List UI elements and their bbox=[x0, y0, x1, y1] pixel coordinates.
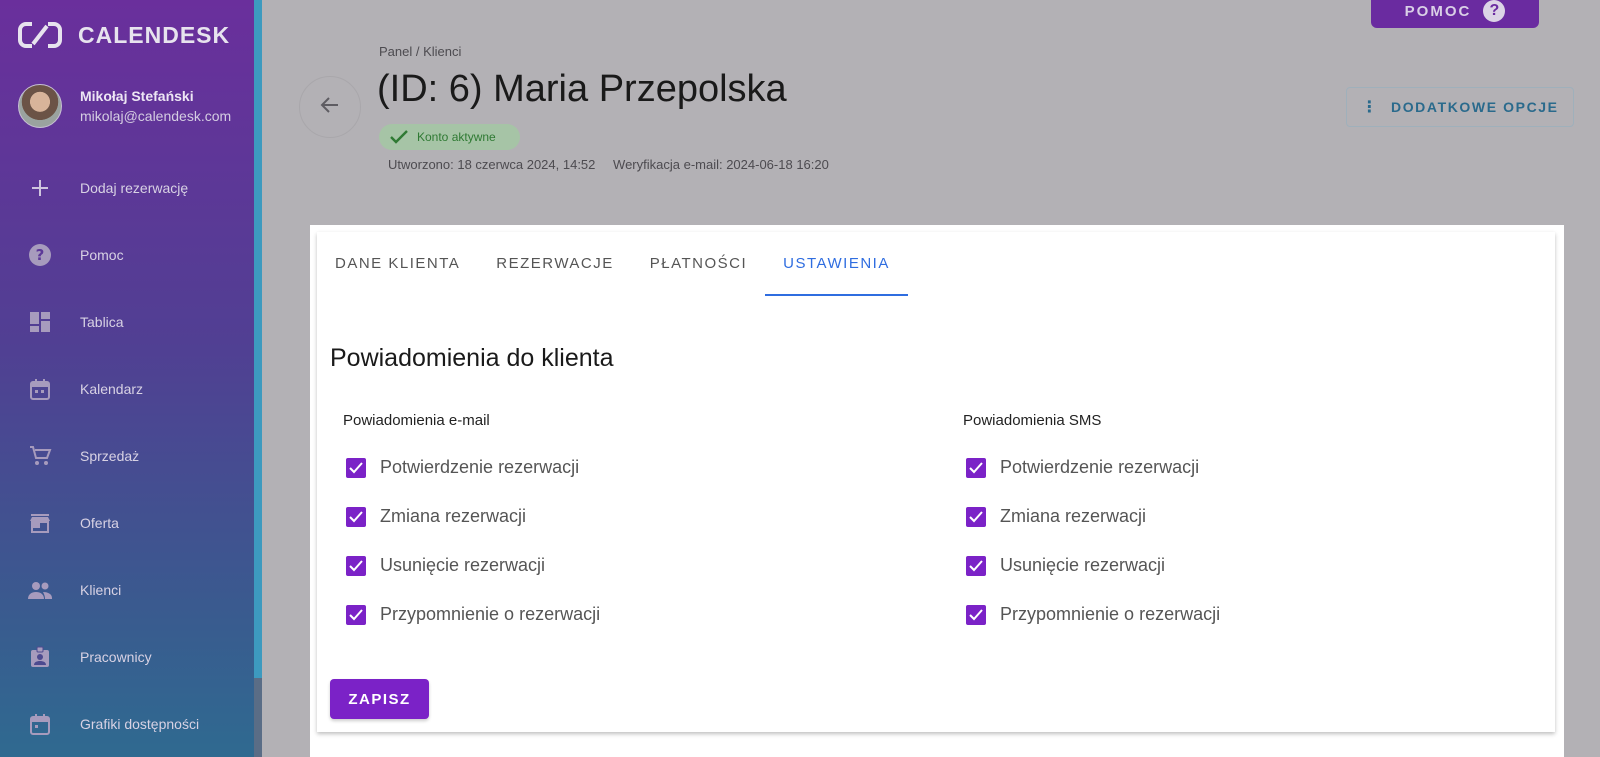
cart-icon bbox=[28, 444, 52, 468]
arrow-left-icon bbox=[319, 94, 341, 121]
back-button[interactable] bbox=[299, 76, 361, 138]
more-vertical-icon: ⋮ bbox=[1361, 99, 1379, 116]
status-badge: Konto aktywne bbox=[379, 124, 520, 150]
user-email: mikolaj@calendesk.com bbox=[80, 108, 232, 124]
checkbox-checked-icon bbox=[966, 555, 986, 576]
tab-reservations[interactable]: REZERWACJE bbox=[478, 232, 632, 294]
plus-icon bbox=[28, 176, 52, 200]
sms-notifications-title: Powiadomienia SMS bbox=[963, 412, 1102, 429]
svg-text:?: ? bbox=[36, 246, 45, 264]
sidebar-item-offer[interactable]: Oferta bbox=[0, 489, 254, 556]
checkbox-label: Przypomnienie o rezerwacji bbox=[380, 604, 601, 624]
sidebar-item-label: Klienci bbox=[80, 581, 122, 598]
more-options-button[interactable]: ⋮ DODATKOWE OPCJE bbox=[1346, 87, 1574, 127]
status-text: Konto aktywne bbox=[417, 130, 496, 144]
badge-icon bbox=[28, 645, 52, 669]
tab-client-data[interactable]: DANE KLIENTA bbox=[317, 232, 478, 294]
store-icon bbox=[28, 511, 52, 535]
calendar-icon bbox=[28, 377, 52, 401]
sidebar-item-label: Pracownicy bbox=[80, 648, 152, 665]
sms-change-checkbox[interactable]: Zmiana rezerwacji bbox=[963, 492, 1220, 541]
sidebar-item-label: Oferta bbox=[80, 514, 119, 531]
email-confirmation-checkbox[interactable]: Potwierdzenie rezerwacji bbox=[343, 443, 600, 492]
sms-deletion-checkbox[interactable]: Usunięcie rezerwacji bbox=[963, 541, 1220, 590]
checkbox-checked-icon bbox=[346, 555, 366, 576]
user-profile[interactable]: Mikołaj Stefański mikolaj@calendesk.com bbox=[18, 84, 231, 128]
sidebar-item-employees[interactable]: Pracownicy bbox=[0, 623, 254, 690]
checkbox-checked-icon bbox=[966, 457, 986, 478]
avatar bbox=[18, 84, 62, 128]
checkbox-label: Przypomnienie o rezerwacji bbox=[1000, 604, 1221, 624]
sidebar-item-clients[interactable]: Klienci bbox=[0, 556, 254, 623]
email-reminder-checkbox[interactable]: Przypomnienie o rezerwacji bbox=[343, 590, 600, 639]
checkbox-checked-icon bbox=[346, 457, 366, 478]
help-circle-icon: ? bbox=[28, 243, 52, 267]
dashboard-icon bbox=[28, 310, 52, 334]
sidebar-item-label: Sprzedaż bbox=[80, 447, 140, 464]
sidebar-item-availability[interactable]: Grafiki dostępności bbox=[0, 690, 254, 757]
sidebar-item-label: Tablica bbox=[80, 313, 124, 330]
checkbox-label: Zmiana rezerwacji bbox=[380, 506, 527, 526]
more-options-label: DODATKOWE OPCJE bbox=[1390, 99, 1559, 115]
help-button[interactable]: POMOC ? bbox=[1371, 0, 1539, 28]
section-title: Powiadomienia do klienta bbox=[330, 344, 614, 372]
question-icon: ? bbox=[1483, 0, 1506, 22]
calendesk-logo-icon bbox=[18, 20, 62, 50]
email-verification-date: Weryfikacja e-mail: 2024-06-18 16:20 bbox=[613, 157, 829, 172]
sms-notifications-group: Powiadomienia SMS Potwierdzenie rezerwac… bbox=[963, 412, 1220, 639]
check-icon bbox=[390, 130, 408, 144]
checkbox-label: Usunięcie rezerwacji bbox=[380, 555, 546, 575]
calendar-clock-icon bbox=[28, 712, 52, 736]
created-date: Utworzono: 18 czerwca 2024, 14:52 bbox=[388, 157, 596, 172]
app-logo[interactable]: CALENDESK bbox=[18, 20, 230, 50]
help-button-label: POMOC bbox=[1404, 2, 1472, 20]
client-settings-card: DANE KLIENTA REZERWACJE PŁATNOŚCI USTAWI… bbox=[317, 232, 1555, 732]
sidebar-scrollbar-thumb[interactable] bbox=[254, 0, 262, 678]
sidebar-item-help[interactable]: ? Pomoc bbox=[0, 221, 254, 288]
checkbox-label: Usunięcie rezerwacji bbox=[1000, 555, 1166, 575]
breadcrumb: Panel / Klienci bbox=[379, 44, 462, 59]
email-notifications-group: Powiadomienia e-mail Potwierdzenie rezer… bbox=[343, 412, 600, 639]
checkbox-label: Potwierdzenie rezerwacji bbox=[380, 457, 580, 477]
checkbox-checked-icon bbox=[966, 506, 986, 527]
sidebar-item-label: Pomoc bbox=[80, 246, 124, 263]
sidebar-item-add-reservation[interactable]: Dodaj rezerwację bbox=[0, 154, 254, 221]
sidebar-nav: Dodaj rezerwację ? Pomoc Tablica Kalenda… bbox=[0, 154, 254, 757]
page-title: (ID: 6) Maria Przepolska bbox=[377, 68, 787, 110]
tab-payments[interactable]: PŁATNOŚCI bbox=[632, 232, 765, 294]
email-change-checkbox[interactable]: Zmiana rezerwacji bbox=[343, 492, 600, 541]
tab-settings[interactable]: USTAWIENIA bbox=[765, 232, 908, 296]
client-meta: Utworzono: 18 czerwca 2024, 14:52 Weryfi… bbox=[388, 157, 829, 172]
checkbox-checked-icon bbox=[346, 506, 366, 527]
sidebar-item-label: Kalendarz bbox=[80, 380, 144, 397]
checkbox-label: Zmiana rezerwacji bbox=[1000, 506, 1147, 526]
sidebar-item-calendar[interactable]: Kalendarz bbox=[0, 355, 254, 422]
sms-confirmation-checkbox[interactable]: Potwierdzenie rezerwacji bbox=[963, 443, 1220, 492]
sidebar-item-sales[interactable]: Sprzedaż bbox=[0, 422, 254, 489]
checkbox-checked-icon bbox=[966, 604, 986, 625]
save-button[interactable]: ZAPISZ bbox=[330, 679, 429, 719]
email-notifications-title: Powiadomienia e-mail bbox=[343, 412, 490, 429]
email-deletion-checkbox[interactable]: Usunięcie rezerwacji bbox=[343, 541, 600, 590]
client-tabs: DANE KLIENTA REZERWACJE PŁATNOŚCI USTAWI… bbox=[317, 232, 908, 296]
sms-reminder-checkbox[interactable]: Przypomnienie o rezerwacji bbox=[963, 590, 1220, 639]
sidebar-item-dashboard[interactable]: Tablica bbox=[0, 288, 254, 355]
user-name: Mikołaj Stefański bbox=[80, 88, 194, 104]
sidebar-item-label: Dodaj rezerwację bbox=[80, 179, 189, 196]
checkbox-checked-icon bbox=[346, 604, 366, 625]
sidebar-item-label: Grafiki dostępności bbox=[80, 715, 200, 732]
people-icon bbox=[28, 578, 52, 602]
checkbox-label: Potwierdzenie rezerwacji bbox=[1000, 457, 1200, 477]
logo-text: CALENDESK bbox=[78, 21, 231, 48]
sidebar: CALENDESK Mikołaj Stefański mikolaj@cale… bbox=[0, 0, 262, 757]
